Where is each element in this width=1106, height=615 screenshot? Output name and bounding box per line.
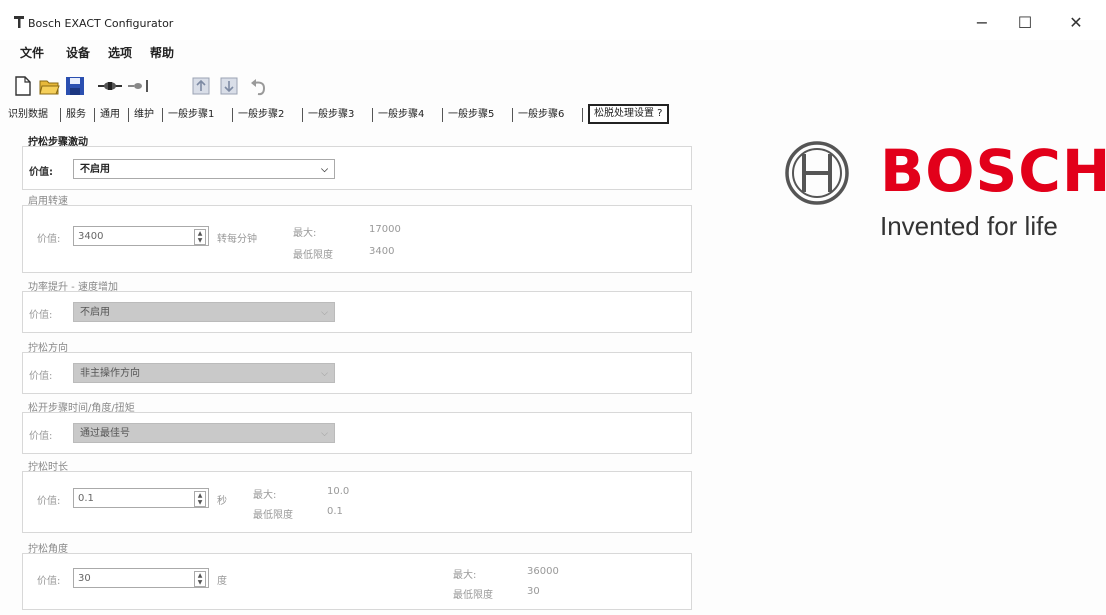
bosch-armature-logo: [785, 141, 849, 205]
spinner-arrows-icon: ▲ ▼: [194, 491, 206, 507]
section-step-params: 价值: 通过最佳号 ⌵: [22, 412, 692, 454]
speed-min-value: 3400: [369, 246, 395, 257]
download-icon[interactable]: [218, 75, 240, 97]
direction-select[interactable]: 非主操作方向 ⌵: [73, 363, 335, 383]
angle-min-value: 30: [527, 586, 540, 597]
stepper-value-label: 价值:: [29, 167, 53, 178]
section-power: 价值: 不启用 ⌵: [22, 291, 692, 333]
power-value-label: 价值:: [29, 310, 53, 321]
section-angle: 价值: 30 ▲ ▼ 度 最大: 36000 最低限度 30: [22, 553, 692, 610]
menu-device[interactable]: 设备: [66, 44, 90, 61]
tab-step-6[interactable]: 一般步骤6: [518, 106, 564, 124]
connect-icon[interactable]: [96, 75, 124, 97]
window-title: Bosch EXACT Configurator: [28, 17, 174, 30]
maximize-button[interactable]: ☐: [1005, 10, 1045, 36]
disconnect-icon[interactable]: [126, 75, 150, 97]
app-icon: [14, 16, 24, 28]
tab-maintenance[interactable]: 维护: [134, 106, 154, 124]
tab-step-1[interactable]: 一般步骤1: [168, 106, 214, 124]
angle-unit: 度: [217, 576, 227, 587]
speed-max-value: 17000: [369, 224, 401, 235]
tab-step-2[interactable]: 一般步骤2: [238, 106, 284, 124]
bosch-tagline: Invented for life: [880, 211, 1058, 241]
minimize-button[interactable]: −: [962, 10, 1002, 36]
duration-min-value: 0.1: [327, 506, 343, 517]
speed-unit: 转每分钟: [217, 234, 257, 245]
speed-max-label: 最大:: [293, 228, 317, 239]
open-folder-icon[interactable]: [38, 75, 60, 97]
step-params-select[interactable]: 通过最佳号 ⌵: [73, 423, 335, 443]
spinner-arrows-icon: ▲ ▼: [194, 229, 206, 245]
title-bar: Bosch EXACT Configurator − ☐ ✕: [0, 0, 1106, 40]
power-select[interactable]: 不启用 ⌵: [73, 302, 335, 322]
angle-spinbox[interactable]: 30 ▲ ▼: [73, 568, 209, 588]
stepper-select[interactable]: 不启用 ⌵: [73, 159, 335, 179]
tab-step-4[interactable]: 一般步骤4: [378, 106, 424, 124]
angle-value-label: 价值:: [37, 576, 61, 587]
close-button[interactable]: ✕: [1056, 10, 1096, 36]
tab-general[interactable]: 通用: [100, 106, 120, 124]
tab-step-5[interactable]: 一般步骤5: [448, 106, 494, 124]
undo-icon[interactable]: [248, 75, 270, 97]
section-stepper: 价值: 不启用 ⌵: [22, 146, 692, 190]
upload-icon[interactable]: [190, 75, 212, 97]
duration-min-label: 最低限度: [253, 510, 293, 521]
section-direction: 价值: 非主操作方向 ⌵: [22, 352, 692, 394]
speed-spinbox[interactable]: 3400 ▲ ▼: [73, 226, 209, 246]
angle-max-label: 最大:: [453, 570, 477, 581]
duration-max-label: 最大:: [253, 490, 277, 501]
new-file-icon[interactable]: [12, 75, 34, 97]
step-params-value-label: 价值:: [29, 431, 53, 442]
chevron-down-icon: ⌵: [321, 369, 328, 379]
tab-loosening-settings[interactable]: 松脱处理设置 ?: [588, 104, 669, 124]
section-speed: 价值: 3400 ▲ ▼ 转每分钟 最大: 17000 最低限度 3400: [22, 205, 692, 273]
duration-spinbox[interactable]: 0.1 ▲ ▼: [73, 488, 209, 508]
tab-service[interactable]: 服务: [66, 106, 86, 124]
tab-step-3[interactable]: 一般步骤3: [308, 106, 354, 124]
bosch-wordmark: BOSCH: [880, 137, 1106, 205]
chevron-down-icon: ⌵: [321, 308, 328, 318]
direction-value-label: 价值:: [29, 371, 53, 382]
chevron-down-icon: ⌵: [321, 429, 328, 439]
angle-max-value: 36000: [527, 566, 559, 577]
menu-file[interactable]: 文件: [20, 44, 44, 61]
angle-min-label: 最低限度: [453, 590, 493, 601]
duration-unit: 秒: [217, 496, 227, 507]
section-duration: 价值: 0.1 ▲ ▼ 秒 最大: 10.0 最低限度 0.1: [22, 471, 692, 533]
tab-identification[interactable]: 识别数据: [8, 106, 48, 124]
chevron-down-icon: ⌵: [321, 165, 328, 175]
menu-options[interactable]: 选项: [108, 44, 132, 61]
menu-help[interactable]: 帮助: [150, 44, 174, 61]
spinner-arrows-icon: ▲ ▼: [194, 571, 206, 587]
duration-value-label: 价值:: [37, 496, 61, 507]
save-icon[interactable]: [64, 75, 86, 97]
speed-value-label: 价值:: [37, 234, 61, 245]
duration-max-value: 10.0: [327, 486, 350, 497]
speed-min-label: 最低限度: [293, 250, 333, 261]
